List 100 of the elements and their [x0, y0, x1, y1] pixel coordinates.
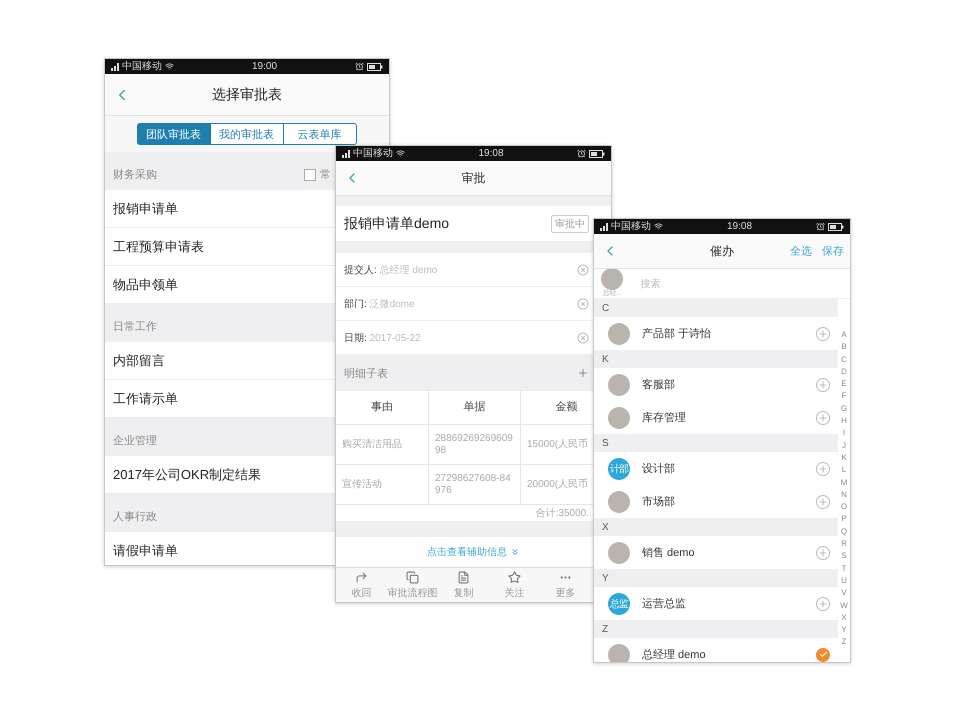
index-letter[interactable]: E: [841, 378, 847, 390]
section-title: 人事行政: [113, 510, 157, 524]
avatar-badge: 总监: [608, 592, 630, 614]
avatar-photo: [608, 322, 630, 344]
form-list-item[interactable]: 请假申请单: [105, 532, 335, 565]
search-field[interactable]: 搜索: [640, 276, 842, 290]
screen-title: 催办: [710, 242, 734, 260]
toolbar-button[interactable]: 审批流程图: [387, 568, 438, 602]
toolbar-button[interactable]: 更多: [540, 568, 591, 602]
wifi-icon: [654, 222, 663, 231]
index-letter[interactable]: N: [841, 488, 847, 502]
section-title: 企业管理: [113, 434, 157, 448]
index-letter[interactable]: F: [842, 390, 846, 403]
document-icon: [457, 570, 470, 584]
index-letter[interactable]: L: [842, 464, 846, 477]
index-letter[interactable]: B: [841, 341, 847, 354]
status-time: 19:00: [252, 60, 278, 74]
squares-icon: [406, 570, 419, 584]
index-letter[interactable]: G: [840, 402, 848, 416]
index-letter[interactable]: X: [841, 612, 847, 624]
section-letter: Y: [594, 569, 838, 587]
add-icon[interactable]: [816, 410, 830, 424]
section-letter: Z: [594, 620, 838, 638]
close-icon[interactable]: [577, 332, 589, 344]
form-list-item[interactable]: 2017年公司OKR制定结果: [105, 456, 335, 494]
close-icon[interactable]: [577, 298, 589, 310]
index-letter[interactable]: J: [842, 440, 846, 452]
signal-icon: [342, 150, 350, 158]
section-letter: S: [594, 434, 838, 452]
index-letter[interactable]: M: [840, 476, 848, 489]
toolbar-button[interactable]: 关注: [489, 568, 540, 602]
index-letter[interactable]: A: [841, 329, 847, 342]
toolbar-button[interactable]: 收回: [336, 568, 387, 602]
form-list-item[interactable]: 报销申请单: [105, 190, 335, 228]
signal-icon: [111, 62, 119, 70]
header-action-link[interactable]: 全选: [790, 244, 812, 258]
section-letter: X: [594, 518, 838, 536]
add-icon[interactable]: [816, 546, 830, 560]
add-icon[interactable]: [577, 367, 589, 379]
toolbar-button[interactable]: 复制: [438, 568, 489, 602]
wifi-icon: [396, 149, 405, 158]
form-list-item[interactable]: 工作请示单: [105, 380, 335, 418]
index-letter[interactable]: P: [841, 513, 847, 526]
index-letter[interactable]: K: [841, 452, 847, 464]
index-letter[interactable]: U: [841, 574, 847, 588]
section-letter: K: [594, 350, 838, 368]
form-field: 日期: 2017-05-22: [344, 330, 577, 344]
avatar-photo: [608, 490, 630, 512]
avatar-photo: [608, 644, 630, 662]
index-letter[interactable]: H: [841, 415, 847, 428]
form-list-item[interactable]: 工程预算申请表: [105, 228, 335, 266]
status-badge: 审批中: [551, 214, 589, 232]
star-icon: [508, 570, 521, 584]
add-icon[interactable]: [816, 462, 830, 476]
arrow-icon: [355, 570, 368, 584]
table-header-cell: 事由: [336, 391, 429, 425]
avatar-photo: [608, 542, 630, 564]
form-tab[interactable]: 云表单库: [282, 123, 356, 145]
form-tab[interactable]: 团队审批表: [136, 123, 210, 145]
index-letter[interactable]: O: [840, 501, 848, 514]
header-action-link[interactable]: 保存: [822, 244, 844, 258]
index-letter[interactable]: R: [841, 538, 847, 550]
battery-icon: [589, 150, 605, 158]
close-icon[interactable]: [577, 264, 589, 276]
index-letter[interactable]: D: [841, 366, 847, 378]
index-letter[interactable]: Z: [842, 636, 846, 649]
index-letter[interactable]: I: [842, 427, 846, 440]
contact-name: 产品部 于诗怡: [642, 326, 712, 341]
index-letter[interactable]: Q: [840, 526, 848, 538]
table-cell: 2886926926960998: [429, 425, 521, 465]
index-letter[interactable]: Y: [841, 624, 847, 636]
contact-name: 设计部: [642, 462, 676, 476]
add-icon[interactable]: [816, 596, 830, 610]
contact-name: 运营总监: [642, 597, 687, 611]
add-icon[interactable]: [816, 326, 830, 340]
more-info-link[interactable]: 点击查看辅助信息: [427, 545, 520, 559]
alarm-icon: [355, 62, 364, 71]
form-list-item[interactable]: 内部留言: [105, 342, 335, 380]
add-icon[interactable]: [816, 378, 830, 392]
battery-icon: [828, 222, 844, 230]
section-title: 明细子表: [344, 366, 388, 380]
check-icon[interactable]: [816, 648, 830, 662]
contact-name: 库存管理: [642, 410, 687, 425]
form-list-item[interactable]: 物品申领单: [105, 266, 335, 304]
index-letter[interactable]: C: [841, 354, 847, 366]
index-letter[interactable]: S: [841, 550, 847, 563]
contact-row[interactable]: 总经理 demo: [594, 638, 838, 662]
table-total: 合计:35000.: [536, 506, 589, 520]
add-icon[interactable]: [816, 494, 830, 508]
checkbox-label: 常: [320, 168, 331, 182]
contact-name: 销售 demo: [642, 546, 696, 560]
alarm-icon: [577, 149, 586, 158]
checkbox[interactable]: [304, 168, 316, 180]
status-time: 19:08: [726, 220, 752, 234]
form-tab[interactable]: 我的审批表: [210, 123, 284, 145]
index-letter[interactable]: V: [841, 587, 847, 600]
wifi-icon: [165, 62, 174, 71]
index-letter[interactable]: W: [840, 600, 848, 612]
screen-title: 审批: [462, 170, 486, 186]
index-letter[interactable]: T: [842, 562, 846, 575]
